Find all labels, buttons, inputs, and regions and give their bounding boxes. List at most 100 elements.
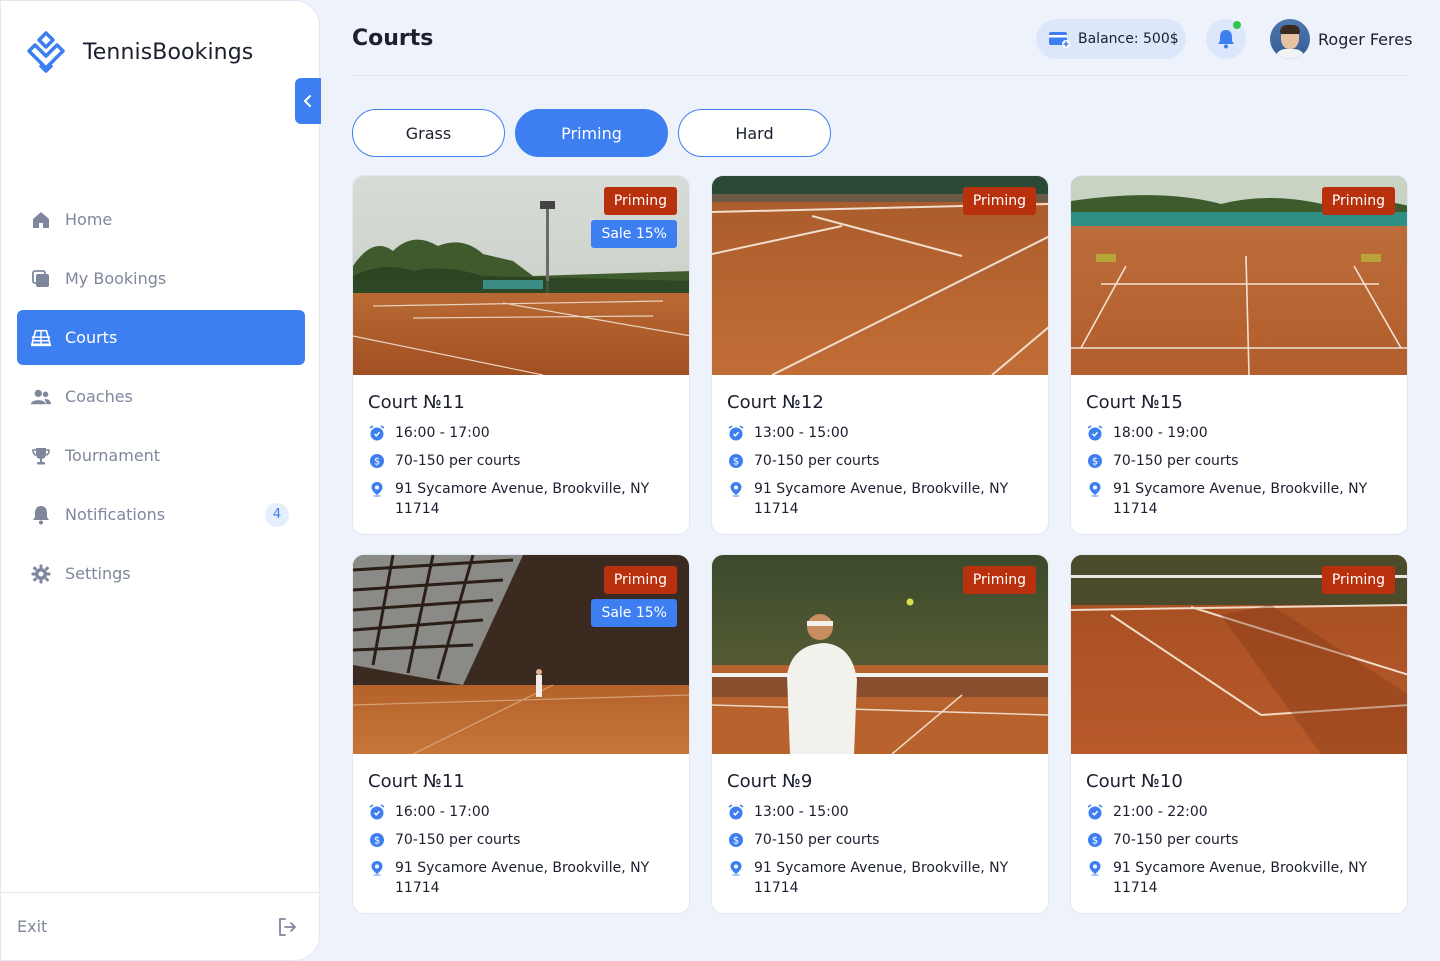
court-time: 18:00 - 19:00 — [1087, 423, 1208, 443]
balance-label: Balance: 500$ — [1078, 31, 1179, 47]
logout-icon[interactable] — [277, 917, 297, 937]
avatar — [1270, 19, 1310, 59]
svg-text:$: $ — [1092, 836, 1098, 847]
court-name: Court №15 — [1086, 392, 1183, 413]
court-price: $ 70-150 per courts — [728, 830, 879, 850]
court-time: 13:00 - 15:00 — [728, 802, 849, 822]
location-pin-icon — [1089, 482, 1101, 497]
court-time: 16:00 - 17:00 — [369, 802, 490, 822]
court-card[interactable]: Priming Sale 15% Court №11 16:00 - 17:00… — [352, 554, 690, 914]
exit-label[interactable]: Exit — [17, 917, 47, 936]
sidebar-item-coaches[interactable]: Coaches — [17, 369, 305, 424]
sidebar-nav: Home My Bookings Courts Coaches Tourname… — [17, 192, 305, 605]
alarm-clock-icon — [728, 804, 744, 820]
court-name: Court №12 — [727, 392, 824, 413]
court-address: 91 Sycamore Avenue, Brookville, NY 11714 — [728, 858, 1028, 898]
balance-button[interactable]: Balance: 500$ — [1036, 19, 1186, 59]
user-profile[interactable]: Roger Feres — [1270, 19, 1412, 59]
court-image: Priming — [712, 555, 1048, 754]
home-icon — [31, 210, 51, 230]
court-price: $ 70-150 per courts — [369, 451, 520, 471]
sidebar-item-label: Notifications — [65, 505, 166, 524]
dollar-coin-icon: $ — [1088, 454, 1102, 468]
court-time: 13:00 - 15:00 — [728, 423, 849, 443]
bookings-icon — [31, 269, 51, 289]
court-address: 91 Sycamore Avenue, Brookville, NY 11714 — [728, 479, 1028, 519]
court-time: 21:00 - 22:00 — [1087, 802, 1208, 822]
sidebar-item-label: Home — [65, 210, 113, 229]
sidebar-item-tournament[interactable]: Tournament — [17, 428, 305, 483]
court-image: Priming — [712, 176, 1048, 375]
court-price: $ 70-150 per courts — [1087, 451, 1238, 471]
notifications-button[interactable] — [1206, 19, 1246, 59]
court-time: 16:00 - 17:00 — [369, 423, 490, 443]
page-title: Courts — [352, 26, 434, 51]
court-address: 91 Sycamore Avenue, Brookville, NY 11714 — [1087, 858, 1387, 898]
dollar-coin-icon: $ — [370, 833, 384, 847]
alarm-clock-icon — [1087, 425, 1103, 441]
sidebar-footer: Exit — [1, 892, 319, 960]
alarm-clock-icon — [1087, 804, 1103, 820]
court-card[interactable]: Priming Sale 15% Court №11 16:00 - 17:00… — [352, 175, 690, 535]
header-divider — [352, 75, 1408, 76]
svg-text:$: $ — [1092, 457, 1098, 468]
sidebar-item-label: My Bookings — [65, 269, 167, 288]
sidebar-item-label: Courts — [65, 328, 118, 347]
dollar-coin-icon: $ — [729, 833, 743, 847]
notification-count-badge: 4 — [265, 502, 289, 527]
sidebar-item-label: Tournament — [65, 446, 161, 465]
court-price: $ 70-150 per courts — [728, 451, 879, 471]
court-address: 91 Sycamore Avenue, Brookville, NY 11714 — [1087, 479, 1387, 519]
sidebar-item-notifications[interactable]: Notifications 4 — [17, 487, 305, 542]
svg-text:$: $ — [733, 836, 739, 847]
dollar-coin-icon: $ — [370, 454, 384, 468]
svg-text:$: $ — [374, 836, 380, 847]
sidebar-item-label: Coaches — [65, 387, 133, 406]
sidebar-item-courts[interactable]: Courts — [17, 310, 305, 365]
trophy-icon — [31, 446, 51, 466]
court-name: Court №11 — [368, 771, 465, 792]
court-name: Court №9 — [727, 771, 813, 792]
court-address: 91 Sycamore Avenue, Brookville, NY 11714 — [369, 858, 669, 898]
court-card[interactable]: Priming Court №9 13:00 - 15:00 $ 70-150 … — [711, 554, 1049, 914]
sidebar-item-label: Settings — [65, 564, 131, 583]
logo-icon — [27, 31, 65, 73]
logo[interactable]: TennisBookings — [23, 29, 253, 75]
court-name: Court №10 — [1086, 771, 1183, 792]
brand-name: TennisBookings — [83, 39, 254, 65]
court-card[interactable]: Priming Court №12 13:00 - 15:00 $ 70-150… — [711, 175, 1049, 535]
court-image: Priming — [1071, 555, 1407, 754]
sidebar: TennisBookings Home My Bookings Courts C… — [0, 0, 321, 961]
user-name: Roger Feres — [1318, 29, 1413, 49]
court-card[interactable]: Priming Court №15 18:00 - 19:00 $ 70-150… — [1070, 175, 1408, 535]
sidebar-item-settings[interactable]: Settings — [17, 546, 305, 601]
sale-tag: Sale 15% — [591, 220, 677, 248]
filter-hard[interactable]: Hard — [678, 109, 831, 157]
court-image: Priming — [1071, 176, 1407, 375]
users-icon — [31, 387, 51, 407]
location-pin-icon — [730, 861, 742, 876]
alarm-clock-icon — [728, 425, 744, 441]
location-pin-icon — [730, 482, 742, 497]
sidebar-item-home[interactable]: Home — [17, 192, 305, 247]
court-price: $ 70-150 per courts — [1087, 830, 1238, 850]
dollar-coin-icon: $ — [729, 454, 743, 468]
sidebar-item-my-bookings[interactable]: My Bookings — [17, 251, 305, 306]
filter-priming[interactable]: Priming — [515, 109, 668, 157]
surface-tag: Priming — [962, 187, 1036, 215]
court-address: 91 Sycamore Avenue, Brookville, NY 11714 — [369, 479, 669, 519]
location-pin-icon — [1089, 861, 1101, 876]
svg-text:$: $ — [374, 457, 380, 468]
court-image: Priming Sale 15% — [353, 176, 689, 375]
court-card[interactable]: Priming Court №10 21:00 - 22:00 $ 70-150… — [1070, 554, 1408, 914]
location-pin-icon — [371, 482, 383, 497]
online-status-dot — [1233, 21, 1241, 29]
court-icon — [31, 328, 51, 348]
surface-tag: Priming — [603, 187, 677, 215]
gear-icon — [31, 564, 51, 584]
collapse-sidebar-button[interactable] — [295, 78, 321, 124]
location-pin-icon — [371, 861, 383, 876]
filter-grass[interactable]: Grass — [352, 109, 505, 157]
svg-text:$: $ — [733, 457, 739, 468]
court-image: Priming Sale 15% — [353, 555, 689, 754]
